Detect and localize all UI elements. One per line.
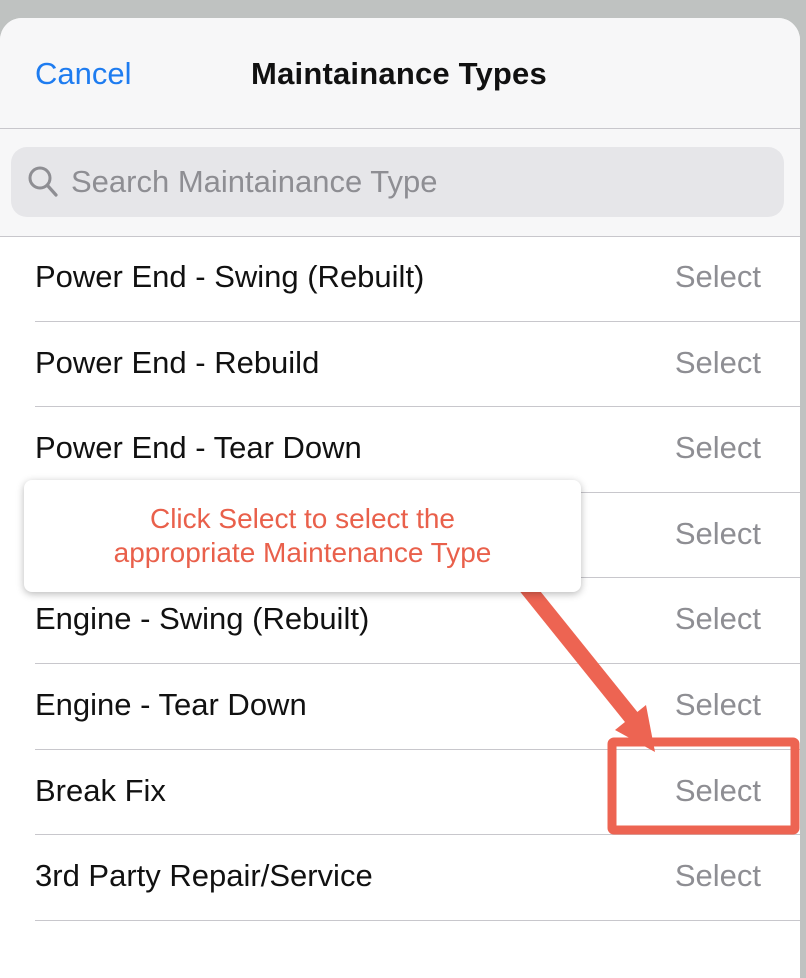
callout-line-2: appropriate Maintenance Type xyxy=(113,537,492,568)
list-item-label: Engine - Swing (Rebuilt) xyxy=(35,601,370,637)
list-item[interactable]: Power End - Rebuild Select xyxy=(0,322,800,408)
navigation-bar: Cancel Maintainance Types xyxy=(0,18,800,129)
select-button[interactable]: Select xyxy=(675,516,761,552)
list-item[interactable]: 3rd Party Repair/Service Select xyxy=(0,835,800,921)
search-icon xyxy=(28,166,58,197)
list-item-label: Engine - Tear Down xyxy=(35,686,307,722)
search-field[interactable] xyxy=(11,147,784,217)
list-item[interactable]: Break Fix Select xyxy=(0,750,800,836)
select-button[interactable]: Select xyxy=(675,430,761,466)
search-input[interactable] xyxy=(69,159,763,205)
select-button[interactable]: Select xyxy=(675,773,761,809)
list-item-label: Break Fix xyxy=(35,772,166,808)
list-item[interactable]: Engine - Tear Down Select xyxy=(0,664,800,750)
page-title-text: Maintainance Types xyxy=(251,56,547,91)
instruction-callout: Click Select to select the appropriate M… xyxy=(24,480,581,592)
page-title: Maintainance Types xyxy=(0,56,800,92)
search-bar-container xyxy=(0,129,800,237)
select-button[interactable]: Select xyxy=(675,345,761,381)
list-item-label: Power End - Tear Down xyxy=(35,430,362,466)
callout-line-1: Click Select to select the xyxy=(149,503,456,534)
select-button[interactable]: Select xyxy=(675,687,761,723)
list-item-label: 3rd Party Repair/Service xyxy=(35,858,373,894)
select-button[interactable]: Select xyxy=(675,858,761,894)
list-item[interactable]: Power End - Swing (Rebuilt) Select xyxy=(0,236,800,322)
select-button[interactable]: Select xyxy=(675,259,761,295)
row-divider xyxy=(35,919,800,921)
list-item-label: Power End - Rebuild xyxy=(35,344,320,380)
select-button[interactable]: Select xyxy=(675,601,761,637)
list-item-label: Power End - Swing (Rebuilt) xyxy=(35,259,425,294)
